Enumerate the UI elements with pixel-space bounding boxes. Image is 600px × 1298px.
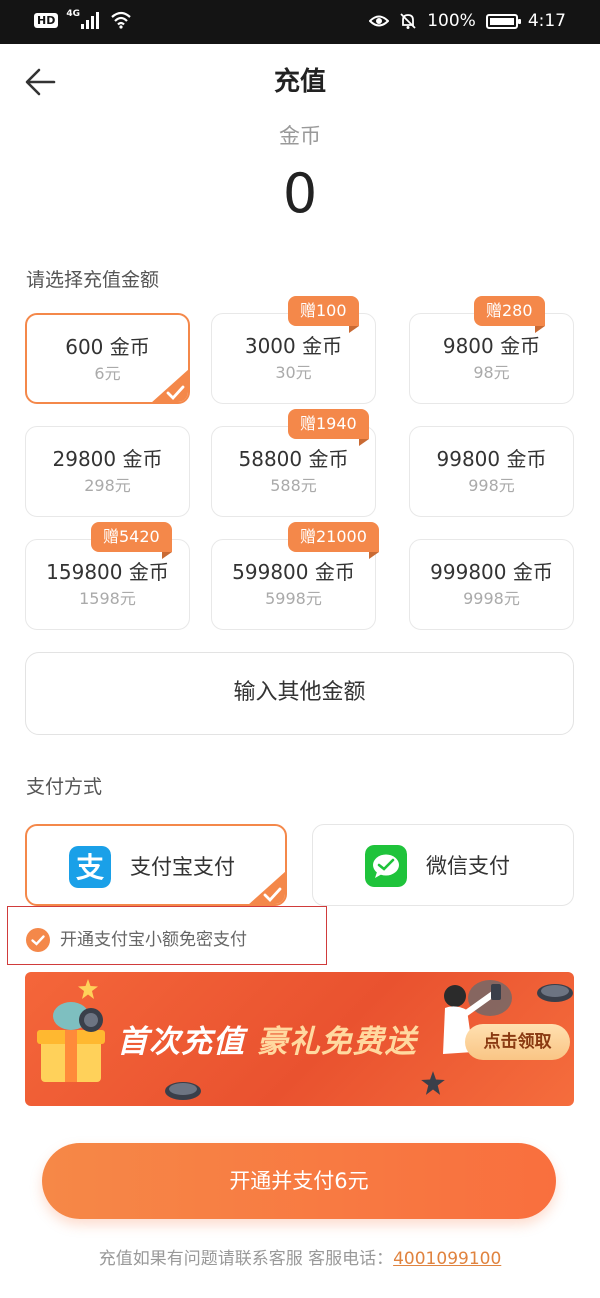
- pay-submit-button[interactable]: 开通并支付6元: [42, 1143, 556, 1219]
- agreement-label: 开通支付宝小额免密支付: [60, 930, 247, 950]
- mute-bell-icon: [400, 13, 416, 29]
- option-price: 30元: [275, 363, 312, 382]
- option-coins: 600 金币: [65, 335, 150, 359]
- option-coins: 599800 金币: [232, 560, 355, 584]
- agreement-checkbox[interactable]: [26, 928, 50, 952]
- banner-title-part1: 首次充值: [117, 1024, 245, 1060]
- option-price: 98元: [473, 363, 510, 382]
- payment-section-label: 支付方式: [26, 776, 103, 798]
- option-coins: 99800 金币: [436, 447, 547, 471]
- pay-method-wechat[interactable]: 微信支付: [312, 824, 574, 906]
- amount-option-599800[interactable]: 599800 金币 5998元: [211, 539, 376, 630]
- option-coins: 999800 金币: [430, 560, 553, 584]
- option-coins: 58800 金币: [238, 447, 349, 471]
- star-icon: [421, 1071, 445, 1095]
- option-coins: 159800 金币: [46, 560, 169, 584]
- option-coins: 3000 金币: [244, 334, 343, 358]
- promo-banner[interactable]: 首次充值 豪礼免费送 点击领取: [25, 972, 574, 1106]
- alipay-icon: 支: [69, 846, 111, 888]
- option-price: 1598元: [79, 589, 136, 608]
- selected-check-icon: [249, 871, 285, 904]
- amount-section-label: 请选择充值金额: [26, 269, 160, 291]
- network-type: 4G: [66, 9, 80, 19]
- custom-amount-button[interactable]: 输入其他金额: [25, 652, 574, 735]
- coin-icon: [165, 1082, 201, 1100]
- wechat-icon: [365, 845, 407, 887]
- bonus-tag: 赠100: [288, 296, 359, 333]
- battery-percent: 100%: [427, 11, 476, 31]
- battery-icon: [485, 13, 521, 29]
- hd-badge: HD: [34, 12, 59, 28]
- gift-box-icon: [37, 1002, 105, 1082]
- check-icon: [31, 935, 45, 946]
- banner-title: 首次充值 豪礼免费送: [117, 1016, 417, 1061]
- bonus-tag: 赠280: [474, 296, 545, 333]
- star-icon: [78, 979, 98, 999]
- amount-option-999800[interactable]: 999800 金币 9998元: [409, 539, 574, 630]
- eye-icon: [369, 15, 390, 27]
- amount-option-29800[interactable]: 29800 金币 298元: [25, 426, 190, 517]
- amount-option-58800[interactable]: 58800 金币 588元: [211, 426, 376, 517]
- bonus-tag: 赠5420: [91, 522, 172, 559]
- option-price: 9998元: [463, 589, 520, 608]
- banner-claim-button[interactable]: 点击领取: [465, 1024, 570, 1060]
- option-coins: 29800 金币: [52, 447, 163, 471]
- status-left: HD 4G: [34, 9, 132, 29]
- amount-option-99800[interactable]: 99800 金币 998元: [409, 426, 574, 517]
- pay-method-label: 支付宝支付: [130, 855, 235, 879]
- coin-icon: [537, 984, 573, 1002]
- coin-balance-value: 0: [282, 162, 318, 225]
- amount-option-600[interactable]: 600 金币 6元: [25, 313, 190, 404]
- wifi-icon: [111, 11, 131, 29]
- footer-text: 充值如果有问题请联系客服 客服电话：: [98, 1249, 394, 1269]
- option-price: 5998元: [265, 589, 322, 608]
- option-price: 298元: [84, 476, 131, 495]
- bonus-tag: 赠21000: [288, 522, 379, 559]
- amount-option-9800[interactable]: 9800 金币 98元: [409, 313, 574, 404]
- pay-method-alipay[interactable]: 支 支付宝支付: [25, 824, 287, 906]
- banner-title-part2: 豪礼免费送: [256, 1024, 417, 1060]
- status-bar: HD 4G 100% 4:17: [0, 0, 600, 44]
- option-price: 588元: [270, 476, 317, 495]
- option-coins: 9800 金币: [442, 334, 541, 358]
- selected-check-icon: [152, 369, 188, 402]
- coin-balance-label: 金币: [279, 124, 321, 148]
- clock: 4:17: [527, 11, 566, 31]
- service-phone-link[interactable]: 4001099100: [393, 1249, 501, 1269]
- pay-method-label: 微信支付: [426, 854, 510, 878]
- option-price: 998元: [468, 476, 515, 495]
- status-right: 100% 4:17: [369, 11, 566, 31]
- footer-help-text: 充值如果有问题请联系客服 客服电话：4001099100: [0, 1246, 600, 1272]
- page-title: 充值: [273, 67, 326, 97]
- bonus-tag: 赠1940: [288, 409, 369, 446]
- svg-text:支: 支: [76, 851, 104, 884]
- signal-icon: [81, 12, 99, 29]
